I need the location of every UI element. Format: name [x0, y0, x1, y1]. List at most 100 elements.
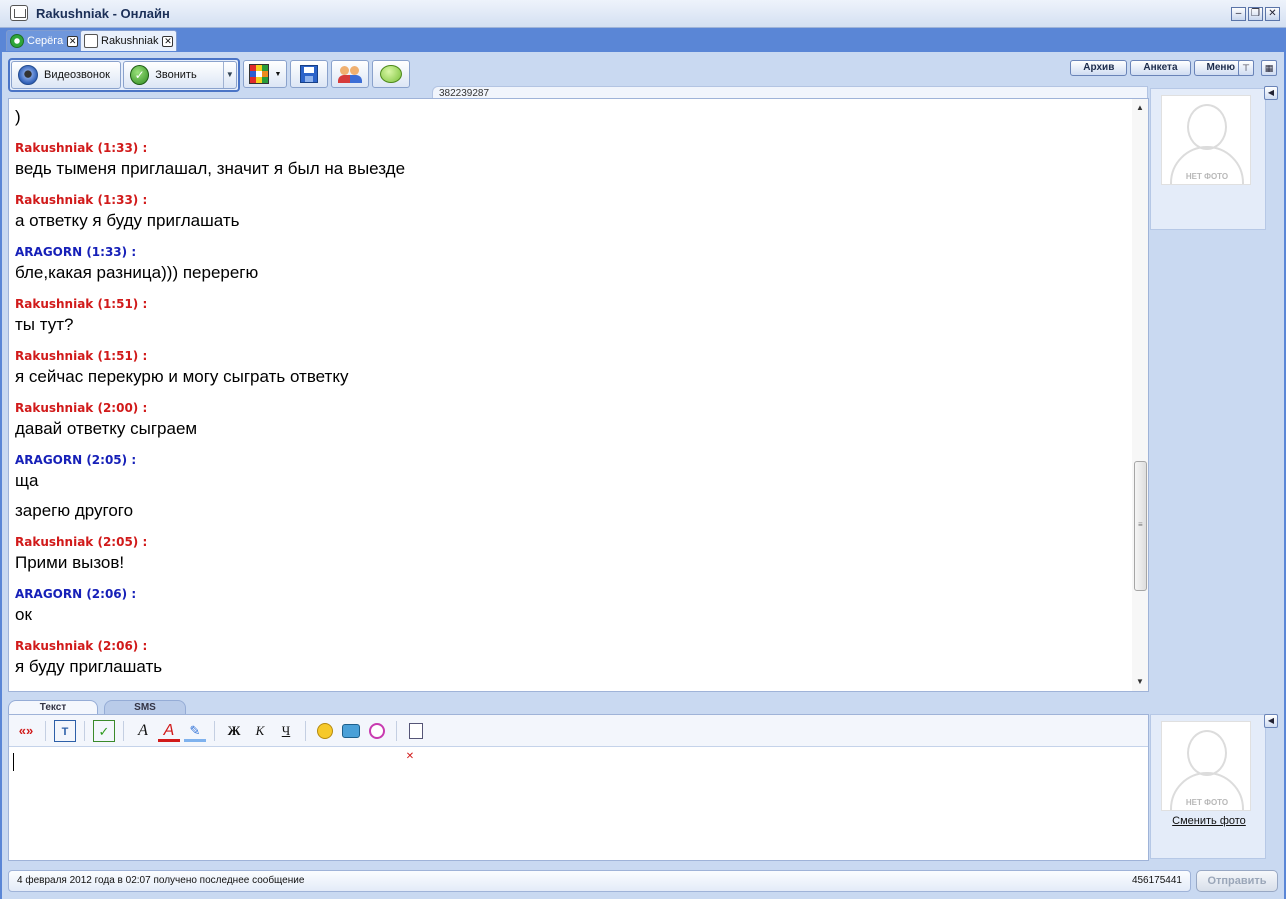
- chat-message: Rakushniak (2:05) : Прими вызов!: [15, 533, 1125, 575]
- no-photo-label: НЕТ ФОТО: [1185, 172, 1229, 181]
- chat-message: ARAGORN (2:05) : ща зарегю другого: [15, 451, 1125, 523]
- chat-message: ARAGORN (1:33) : бле,какая разница))) пер…: [15, 243, 1125, 285]
- alarm-clock-icon[interactable]: [366, 720, 388, 742]
- message-editor[interactable]: «» T ✓ A A ✎ Ж К Ч ✕: [8, 714, 1149, 861]
- message-text: а ответку я буду приглашать: [15, 211, 240, 230]
- minimize-button[interactable]: –: [1231, 7, 1246, 21]
- tab-serega[interactable]: Серёга ✕: [6, 30, 83, 51]
- underline-button[interactable]: Ч: [275, 720, 297, 742]
- close-tab-icon[interactable]: ✕: [162, 36, 174, 47]
- spellcheck-icon[interactable]: ✓: [93, 719, 115, 742]
- call-label: Звонить: [155, 69, 197, 81]
- main-toolbar: Видеозвонок ✓ Звонить ▼ ▼: [8, 58, 410, 92]
- message-author: Rakushniak (1:51) :: [15, 349, 148, 363]
- message-author: Rakushniak (1:33) :: [15, 193, 148, 207]
- contact-photo-panel: НЕТ ФОТО: [1150, 88, 1266, 230]
- restore-button[interactable]: ❐: [1248, 7, 1263, 21]
- games-button[interactable]: ▼: [243, 60, 287, 88]
- own-avatar: НЕТ ФОТО: [1161, 721, 1251, 811]
- pin-on-top-button[interactable]: ⊤: [1238, 60, 1254, 76]
- separator: [214, 720, 215, 741]
- message-text: ведь тыменя приглашал, значит я был на в…: [15, 159, 406, 178]
- message-text: я сейчас перекурю и могу сыграть ответку: [15, 367, 349, 386]
- message-author: Rakushniak (1:33) :: [15, 141, 148, 155]
- collapse-photo-button[interactable]: ◀: [1264, 86, 1278, 100]
- online-status-icon: [10, 34, 24, 48]
- contacts-button[interactable]: [331, 60, 369, 88]
- status-bar: 4 февраля 2012 года в 02:07 получено пос…: [8, 870, 1191, 892]
- chat-message: Rakushniak (1:33) : ведь тыменя приглашал…: [15, 139, 1125, 181]
- window-title: Rakushniak - Онлайн: [36, 6, 170, 21]
- message-text: я буду приглашать: [15, 657, 163, 676]
- chat-message: ARAGORN (2:06) : ок: [15, 585, 1125, 627]
- chevron-down-icon[interactable]: ▼: [222, 62, 236, 88]
- video-call-label: Видеозвонок: [44, 69, 110, 81]
- clear-text-icon[interactable]: ✕: [405, 720, 427, 762]
- message-button[interactable]: [372, 60, 410, 88]
- chevron-down-icon: ▼: [274, 70, 282, 78]
- message-history[interactable]: ) Rakushniak (1:33) : ведь тыменя приглаш…: [8, 98, 1149, 692]
- last-message-status: 4 февраля 2012 года в 02:07 получено пос…: [17, 875, 305, 886]
- message-text: бле,какая разница))) перерегю: [15, 263, 259, 282]
- quote-button[interactable]: «»: [15, 720, 37, 742]
- tab-label: Rakushniak: [101, 35, 159, 47]
- users-icon: [338, 64, 362, 84]
- format-toolbar: «» T ✓ A A ✎ Ж К Ч ✕: [9, 715, 1148, 762]
- send-button[interactable]: Отправить: [1196, 870, 1278, 892]
- own-id: 456175441: [1131, 875, 1182, 886]
- text-color-icon[interactable]: A: [158, 720, 180, 742]
- scrollbar-thumb[interactable]: ≡: [1134, 461, 1147, 591]
- separator: [305, 720, 306, 741]
- close-button[interactable]: ✕: [1265, 7, 1280, 21]
- save-history-button[interactable]: [290, 60, 328, 88]
- tab-sms[interactable]: SMS: [104, 700, 186, 715]
- separator: [45, 720, 46, 741]
- message-author: ARAGORN (2:05) :: [15, 453, 137, 467]
- tab-text[interactable]: Текст: [8, 700, 98, 715]
- scroll-down-icon[interactable]: ▼: [1132, 675, 1148, 689]
- close-tab-icon[interactable]: ✕: [67, 36, 79, 47]
- bold-button[interactable]: Ж: [223, 720, 245, 742]
- call-button[interactable]: ✓ Звонить ▼: [123, 61, 237, 89]
- window-controls: – ❐ ✕: [1231, 7, 1280, 21]
- webcam-icon: [18, 65, 38, 85]
- app-icon: [10, 5, 28, 21]
- tab-label: Серёга: [27, 35, 64, 47]
- change-photo-link[interactable]: Сменить фото: [1151, 815, 1267, 827]
- chat-message: Rakushniak (1:51) : ты тут?: [15, 295, 1125, 337]
- chat-tabs: Серёга ✕ Rakushniak ✕: [0, 28, 1286, 52]
- video-call-button[interactable]: Видеозвонок: [11, 61, 121, 89]
- chat-bubble-icon: [380, 65, 402, 83]
- top-right-buttons: Архив Анкета Меню: [1070, 60, 1248, 76]
- message-author: Rakushniak (2:00) :: [15, 401, 148, 415]
- separator: [396, 720, 397, 741]
- message-text: зарегю другого: [15, 501, 134, 520]
- message-author: Rakushniak (2:05) :: [15, 535, 148, 549]
- own-photo-panel: НЕТ ФОТО Сменить фото: [1150, 714, 1266, 859]
- translit-icon[interactable]: T: [54, 719, 76, 742]
- chat-scrollbar[interactable]: ▲ ≡ ▼: [1132, 99, 1148, 691]
- layout-grid-button[interactable]: ▦: [1261, 60, 1277, 76]
- smiley-icon[interactable]: [314, 720, 336, 742]
- tv-icon[interactable]: [340, 720, 362, 742]
- italic-button[interactable]: К: [249, 720, 271, 742]
- profile-button[interactable]: Анкета: [1130, 60, 1191, 76]
- avatar-placeholder-icon: [1187, 104, 1227, 150]
- highlight-icon[interactable]: ✎: [184, 720, 206, 742]
- call-group: Видеозвонок ✓ Звонить ▼: [8, 58, 240, 92]
- message-text: ты тут?: [15, 315, 74, 334]
- message-author: Rakushniak (1:51) :: [15, 297, 148, 311]
- archive-button[interactable]: Архив: [1070, 60, 1128, 76]
- floppy-disk-icon: [300, 65, 318, 83]
- message-text: ): [15, 107, 21, 126]
- message-text: давай ответку сыграем: [15, 419, 198, 438]
- message-author: Rakushniak (2:06) :: [15, 639, 148, 653]
- title-bar: Rakushniak - Онлайн – ❐ ✕: [0, 0, 1286, 28]
- collapse-own-photo-button[interactable]: ◀: [1264, 714, 1278, 728]
- scroll-up-icon[interactable]: ▲: [1132, 101, 1148, 115]
- rubik-cube-icon: [248, 64, 269, 84]
- message-list: ) Rakushniak (1:33) : ведь тыменя приглаш…: [15, 99, 1125, 683]
- font-icon[interactable]: A: [132, 720, 154, 742]
- tab-rakushniak[interactable]: Rakushniak ✕: [80, 30, 178, 51]
- chat-message: Rakushniak (2:00) : давай ответку сыграем: [15, 399, 1125, 441]
